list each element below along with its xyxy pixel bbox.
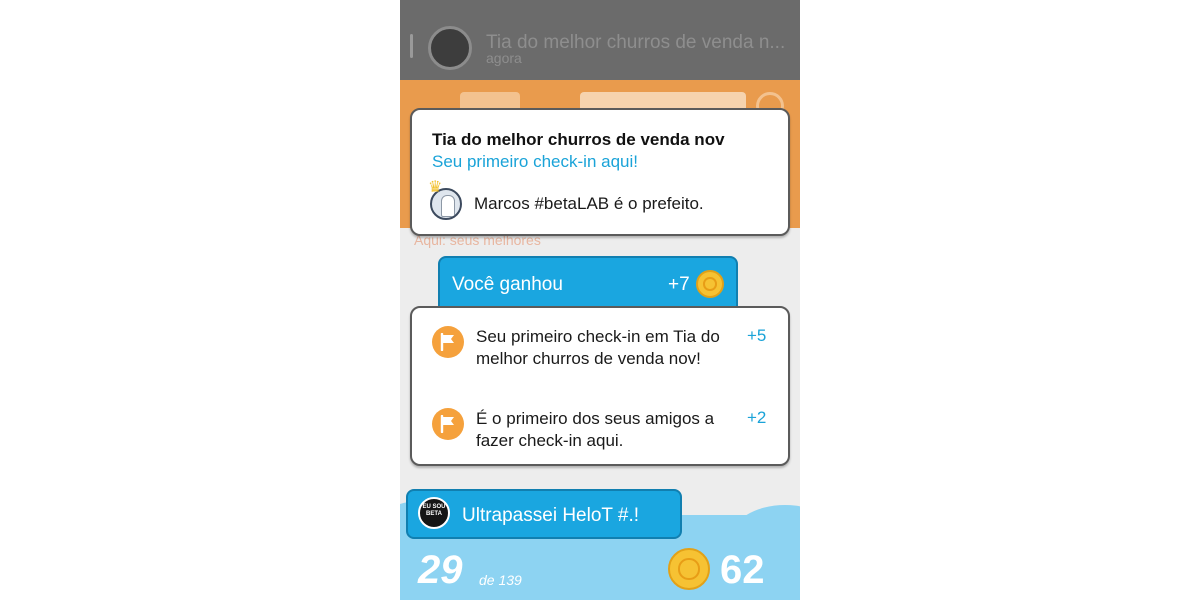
reward-points: +5 bbox=[747, 326, 767, 345]
app-screen: Tia do melhor churros de venda n... agor… bbox=[400, 0, 800, 600]
reward-text: Seu primeiro check-in em Tia do melhor c… bbox=[476, 327, 720, 368]
coin-icon bbox=[668, 548, 710, 590]
notification-title: Tia do melhor churros de venda n... bbox=[486, 32, 786, 53]
coin-icon bbox=[696, 270, 724, 298]
notification-time: agora bbox=[486, 50, 522, 66]
reward-points: +2 bbox=[747, 408, 767, 427]
passed-friend-banner[interactable]: EU SOU BETA Ultrapassei HeloT #.! bbox=[406, 489, 682, 539]
rewards-card: Seu primeiro check-in em Tia do melhor c… bbox=[410, 306, 790, 466]
rank-number: 29 bbox=[418, 548, 463, 592]
earned-label: Você ganhou bbox=[452, 274, 563, 295]
drag-handle bbox=[410, 34, 413, 58]
flag-icon bbox=[432, 408, 464, 440]
venue-name: Tia do melhor churros de venda nov bbox=[432, 130, 725, 149]
flag-icon bbox=[432, 326, 464, 358]
beta-badge-icon: EU SOU BETA bbox=[418, 497, 450, 529]
first-checkin-label: Seu primeiro check-in aqui! bbox=[432, 152, 638, 171]
passed-text: Ultrapassei HeloT #.! bbox=[462, 505, 640, 526]
crown-icon: ♛ bbox=[428, 179, 443, 196]
notification-avatar bbox=[428, 26, 472, 70]
mayor-text: Marcos #betaLAB é o prefeito. bbox=[474, 194, 704, 213]
earned-points: +7 bbox=[668, 274, 690, 295]
coins-total: 62 bbox=[720, 548, 765, 592]
rank-total: de 139 bbox=[479, 572, 522, 588]
earned-header: Você ganhou +7 bbox=[438, 256, 738, 312]
mayor-card: Tia do melhor churros de venda nov Seu p… bbox=[410, 108, 790, 236]
notification-bar[interactable]: Tia do melhor churros de venda n... agor… bbox=[400, 0, 800, 80]
reward-text: É o primeiro dos seus amigos a fazer che… bbox=[476, 409, 715, 450]
